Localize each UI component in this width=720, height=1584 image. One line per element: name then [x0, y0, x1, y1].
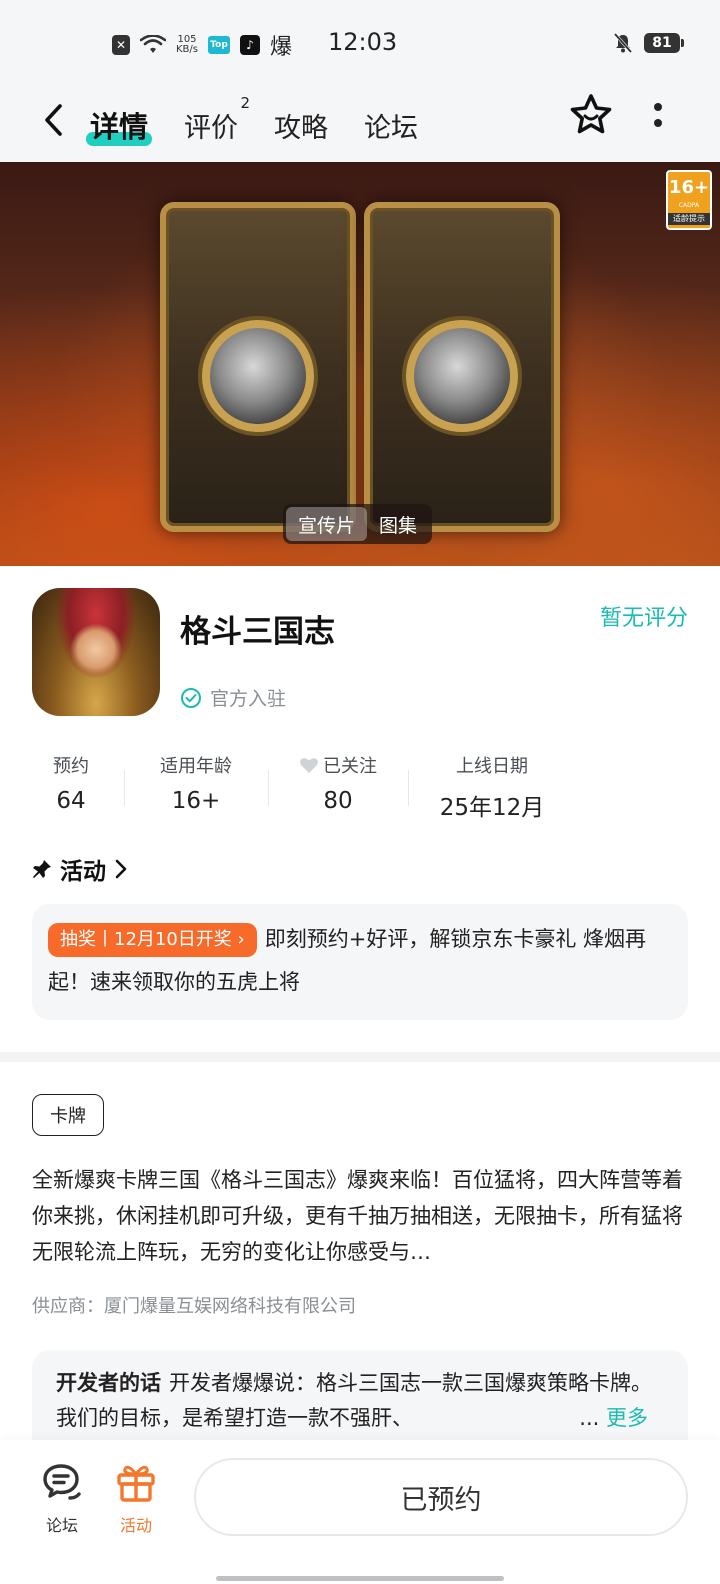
genre-tag[interactable]: 卡牌	[32, 1094, 104, 1136]
game-title: 格斗三国志	[180, 614, 335, 650]
status-right: 81	[612, 32, 684, 54]
media-switch: 宣传片 图集	[283, 504, 433, 544]
score-label: 暂无评分	[599, 606, 688, 631]
reviews-count-badge: 2	[240, 94, 251, 112]
stat-followers[interactable]: 已关注 80	[286, 752, 390, 814]
bottom-activity-button[interactable]: 活动	[106, 1460, 166, 1536]
back-button[interactable]	[36, 98, 70, 142]
status-icons: ✕ 105 KB/s Top ♪ 爆	[112, 30, 292, 60]
developer-notes-text: 开发者的话 开发者爆爆说：格斗三国志一款三国爆爽策略卡牌。我们的目标，是希望打造一…	[56, 1371, 652, 1430]
favorite-star-icon[interactable]	[568, 92, 614, 138]
stat-age: 适用年龄 16+	[160, 756, 232, 814]
tab-guides[interactable]: 攻略	[274, 88, 328, 162]
tab-forum[interactable]: 论坛	[364, 88, 418, 162]
section-divider	[0, 1052, 720, 1062]
pin-icon	[33, 860, 51, 878]
tiktok-icon: ♪	[240, 35, 260, 55]
forum-chat-icon	[43, 1464, 81, 1500]
supplier-info: 供应商：厦门爆量互娱网络科技有限公司	[32, 1296, 356, 1317]
official-badge: 官方入驻	[180, 684, 286, 711]
stat-divider	[268, 770, 269, 806]
age-rating-badge: 16+ CADPA 适龄提示	[666, 170, 712, 230]
status-bar: ✕ 105 KB/s Top ♪ 爆 12:03 81	[0, 0, 720, 88]
bottom-forum-button[interactable]: 论坛	[32, 1460, 92, 1536]
nav-tabs: 详情 评价 2 攻略 论坛	[85, 88, 454, 162]
verified-check-icon	[181, 687, 201, 708]
more-dot-icon	[654, 103, 662, 111]
game-app-icon	[32, 588, 160, 716]
activity-section-header[interactable]: 活动	[32, 852, 128, 886]
home-indicator[interactable]	[216, 1576, 504, 1581]
bao-app-icon: 爆	[270, 35, 293, 60]
more-menu-button[interactable]	[648, 98, 668, 132]
top-nav: 详情 评价 2 攻略 论坛	[0, 88, 720, 162]
back-arrow-icon	[45, 104, 62, 136]
top-app-icon: Top	[208, 36, 230, 54]
lottery-tag: 抽奖丨12月10日开奖 ›	[48, 923, 257, 957]
chevron-right-icon	[115, 859, 127, 879]
status-time: 12:03	[328, 28, 398, 56]
game-stats: 预约 64 适用年龄 16+ 已关注 80 上线日期 25年12月	[0, 752, 720, 822]
stat-divider	[124, 770, 125, 806]
developer-notes-card[interactable]: 开发者的话 开发者爆爆说：格斗三国志一款三国爆爽策略卡牌。我们的目标，是希望打造一…	[32, 1350, 688, 1440]
mute-bell-icon	[613, 33, 633, 53]
banner-card-left	[160, 202, 356, 532]
stat-reservations: 预约 64	[53, 756, 89, 814]
promo-banner[interactable]: 16+ CADPA 适龄提示 宣传片 图集	[0, 162, 720, 566]
heart-icon	[300, 758, 318, 773]
activity-card[interactable]: 抽奖丨12月10日开奖 › 即刻预约+好评，解锁京东卡豪礼 烽烟再起！速来领取你的…	[32, 904, 688, 1020]
bottom-action-bar: 论坛 活动 已预约	[0, 1440, 720, 1584]
reserved-button[interactable]: 已预约	[194, 1458, 688, 1536]
game-description[interactable]: 全新爆爽卡牌三国《格斗三国志》爆爽来临！百位猛将，四大阵营等着你来挑，休闲挂机即…	[32, 1162, 688, 1270]
wifi-icon	[140, 35, 166, 53]
developer-more-link[interactable]: ... 更多	[575, 1402, 648, 1432]
banner-medal	[202, 320, 314, 432]
gift-icon	[117, 1465, 155, 1502]
stat-divider	[408, 770, 409, 806]
battery-indicator: 81	[644, 33, 684, 53]
banner-card-right	[364, 202, 560, 532]
banner-medal	[406, 320, 518, 432]
media-tab-gallery[interactable]: 图集	[367, 507, 429, 541]
tab-reviews[interactable]: 评价 2	[184, 88, 250, 162]
sim-icon: ✕	[112, 35, 130, 55]
network-speed: 105 KB/s	[176, 34, 198, 55]
media-tab-trailer[interactable]: 宣传片	[286, 507, 368, 541]
activity-text: 抽奖丨12月10日开奖 › 即刻预约+好评，解锁京东卡豪礼 烽烟再起！速来领取你的…	[48, 918, 672, 1004]
stat-release-date: 上线日期 25年12月	[439, 756, 545, 821]
tab-details[interactable]: 详情	[85, 88, 153, 162]
more-dot-icon	[654, 119, 662, 127]
